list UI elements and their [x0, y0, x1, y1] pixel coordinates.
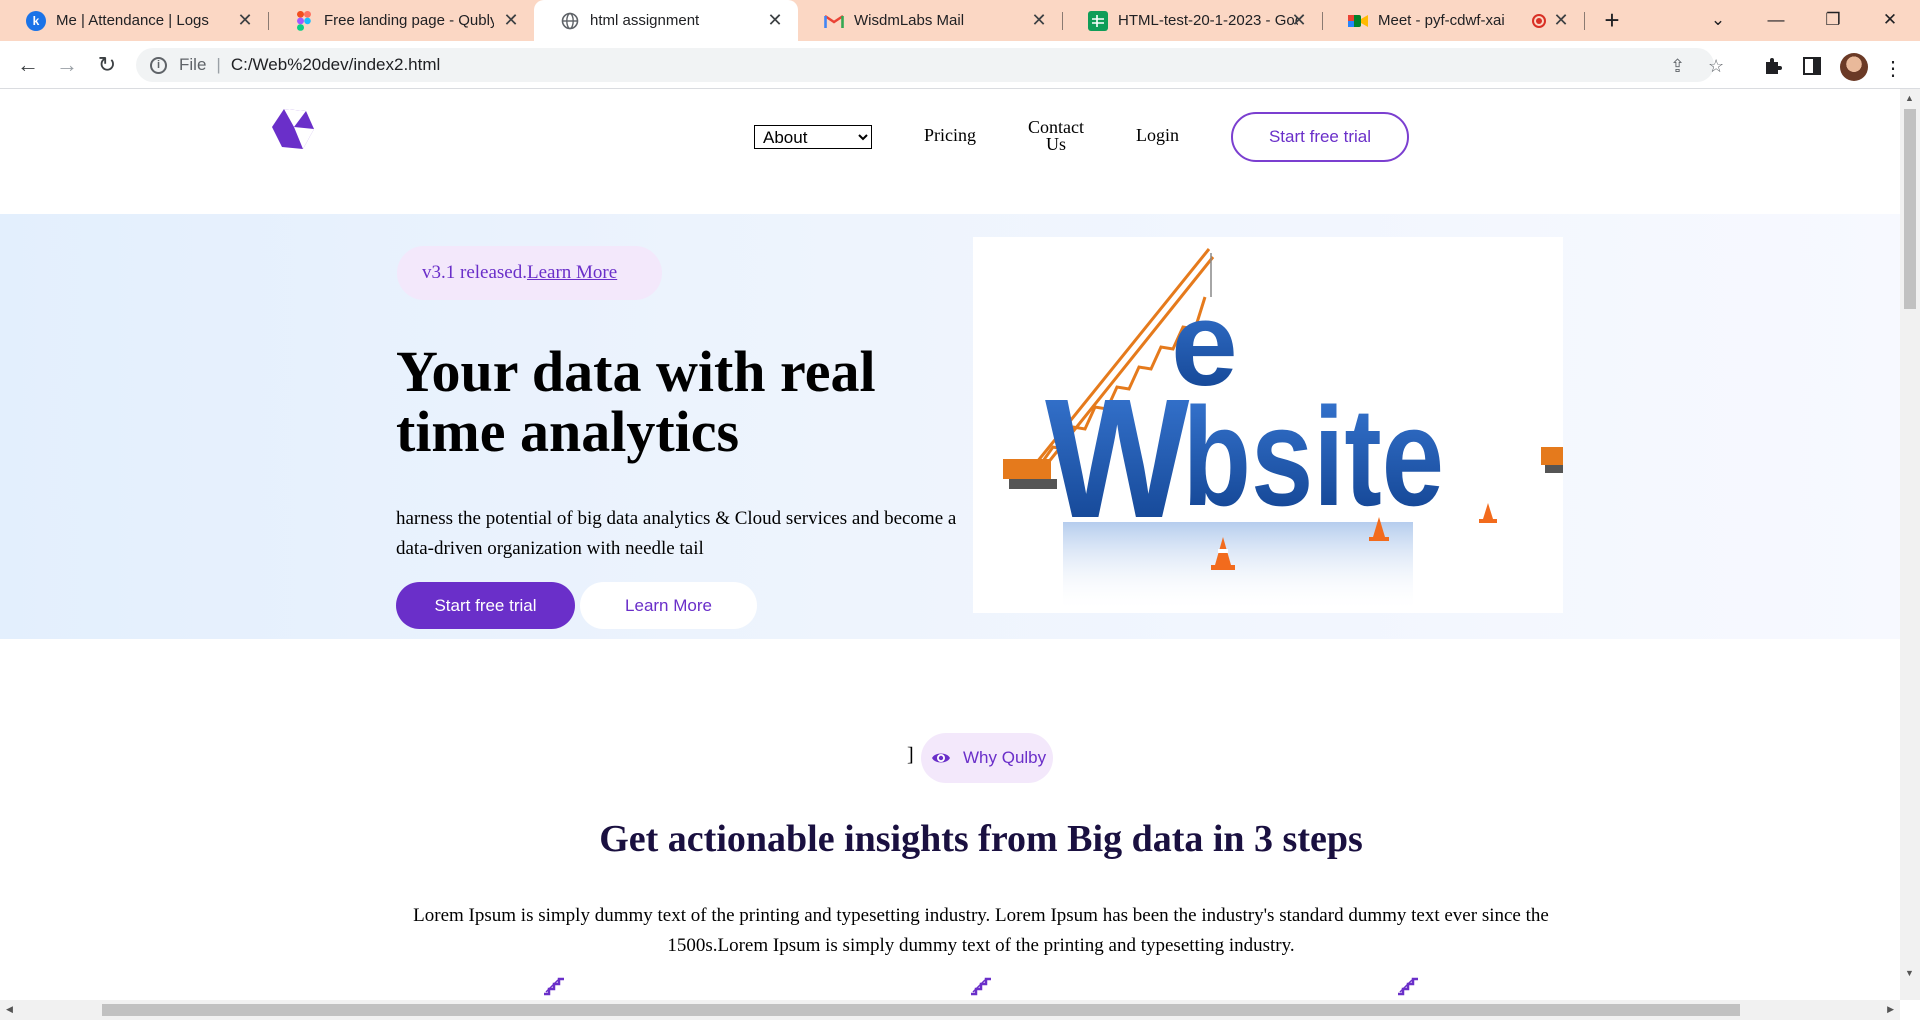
tab-divider	[1584, 12, 1585, 30]
why-qulby-badge: Why Qulby	[921, 733, 1053, 783]
close-icon[interactable]: ✕	[502, 11, 520, 29]
figma-icon	[294, 10, 314, 31]
reload-icon[interactable]: ↻	[93, 51, 121, 79]
tab-attendance[interactable]: k Me | Attendance | Logs ✕	[0, 0, 268, 41]
sheets-icon	[1088, 10, 1108, 31]
vertical-scrollbar[interactable]: ▲ ▼	[1900, 89, 1920, 1000]
start-free-trial-button[interactable]: Start free trial	[396, 582, 575, 629]
tab-label: html assignment	[590, 12, 700, 29]
eye-icon	[932, 753, 950, 763]
tab-label: Me | Attendance | Logs	[56, 12, 209, 29]
why-qulby-label: Why Qulby	[963, 748, 1047, 767]
new-tab-icon[interactable]: +	[1598, 6, 1626, 34]
k-logo-icon: k	[26, 10, 46, 31]
info-icon[interactable]: i	[150, 56, 167, 74]
close-icon[interactable]: ✕	[1552, 11, 1570, 29]
close-icon[interactable]: ✕	[1030, 11, 1048, 29]
scheme-label: File	[179, 55, 207, 74]
website-construction-image: W e bsite	[973, 237, 1563, 613]
horizontal-scrollbar[interactable]: ◀ ▶	[0, 1000, 1900, 1020]
browser-toolbar: ← → ↻ i File | C:/Web%20dev/index2.html …	[0, 41, 1920, 89]
tab-search-chevron-icon[interactable]: ⌄	[1698, 6, 1738, 34]
nav-link-pricing[interactable]: Pricing	[924, 125, 976, 146]
side-panel-icon[interactable]	[1799, 56, 1825, 82]
release-badge: v3.1 released.Learn More	[397, 246, 662, 300]
start-free-trial-nav-button[interactable]: Start free trial	[1231, 112, 1409, 162]
tab-label: Free landing page - Qubly (	[324, 12, 494, 29]
address-bar[interactable]: i File | C:/Web%20dev/index2.html ⇪ ☆	[136, 48, 1724, 82]
globe-icon	[560, 11, 580, 31]
stairs-icon	[1398, 977, 1418, 996]
release-text: v3.1 released.	[422, 262, 527, 283]
tab-label: HTML-test-20-1-2023 - Goo	[1118, 12, 1298, 29]
tab-qubly[interactable]: Free landing page - Qubly ( ✕	[268, 0, 534, 41]
bookmark-star-icon[interactable]: ☆	[1708, 56, 1724, 77]
hero-section: v3.1 released.Learn More Your data with …	[0, 214, 1900, 639]
stray-bracket-text: ]	[907, 744, 914, 766]
close-icon[interactable]: ✕	[766, 11, 784, 29]
scroll-right-arrow-icon[interactable]: ▶	[1887, 1004, 1894, 1015]
url-text[interactable]: C:/Web%20dev/index2.html	[231, 55, 440, 75]
nav-contact-line2: Us	[1045, 134, 1066, 154]
recording-icon	[1532, 14, 1546, 28]
nav-link-contact-us[interactable]: Contact Us	[1027, 118, 1085, 154]
forward-icon[interactable]: →	[53, 51, 81, 79]
steps-section-title: Get actionable insights from Big data in…	[599, 818, 1363, 860]
letters-bsite: bsite	[1183, 378, 1444, 535]
back-icon[interactable]: ←	[14, 51, 42, 79]
menu-kebab-icon[interactable]: ⋮	[1880, 56, 1906, 82]
stairs-icon	[544, 977, 564, 996]
meet-icon	[1348, 11, 1368, 31]
minimize-icon[interactable]: —	[1756, 6, 1796, 34]
profile-avatar[interactable]	[1840, 53, 1868, 81]
extensions-puzzle-icon[interactable]	[1760, 56, 1786, 82]
steps-section-description: Lorem Ipsum is simply dummy text of the …	[413, 905, 1549, 956]
restore-icon[interactable]: ❐	[1813, 6, 1853, 34]
divider: |	[216, 55, 221, 74]
tab-label: Meet - pyf-cdwf-xai	[1378, 12, 1505, 29]
tab-wisdmlabs-mail[interactable]: WisdmLabs Mail ✕	[798, 0, 1062, 41]
nav-link-login[interactable]: Login	[1136, 125, 1179, 146]
release-learn-more-link[interactable]: Learn More	[527, 262, 617, 283]
tab-html-assignment[interactable]: html assignment ✕	[534, 0, 798, 41]
close-icon[interactable]: ✕	[1290, 11, 1308, 29]
tab-strip: k Me | Attendance | Logs ✕ Free landing …	[0, 0, 1920, 41]
scroll-up-arrow-icon[interactable]: ▲	[1905, 93, 1914, 103]
stairs-icon	[971, 977, 991, 996]
vertical-scroll-thumb[interactable]	[1904, 109, 1916, 309]
close-window-icon[interactable]: ✕	[1870, 6, 1910, 34]
close-icon[interactable]: ✕	[236, 11, 254, 29]
tab-label: WisdmLabs Mail	[854, 12, 965, 29]
learn-more-button[interactable]: Learn More	[580, 582, 757, 629]
tab-meet[interactable]: Meet - pyf-cdwf-xai ✕	[1322, 0, 1584, 41]
hero-subtitle: harness the potential of big data analyt…	[396, 508, 957, 559]
page-viewport: About Pricing Contact Us Login Start fre…	[0, 89, 1900, 1000]
scroll-down-arrow-icon[interactable]: ▼	[1905, 968, 1914, 978]
hero-title: Your data with real time analytics	[396, 339, 876, 464]
horizontal-scroll-thumb[interactable]	[102, 1004, 1740, 1016]
tab-html-test-sheet[interactable]: HTML-test-20-1-2023 - Goo ✕	[1062, 0, 1322, 41]
scroll-left-arrow-icon[interactable]: ◀	[6, 1004, 13, 1015]
website-letters: W e bsite	[1045, 277, 1444, 554]
qubly-logo-icon[interactable]	[272, 109, 314, 149]
share-icon[interactable]: ⇪	[1670, 56, 1685, 77]
about-dropdown[interactable]: About	[754, 125, 872, 149]
gmail-icon	[824, 11, 844, 31]
